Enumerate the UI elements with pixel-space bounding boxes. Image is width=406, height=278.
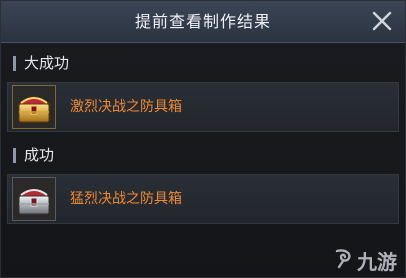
watermark-text: 九游 [357,249,397,274]
dialog-title: 提前查看制作结果 [134,12,271,31]
list-item[interactable]: 猛烈决战之防具箱 [7,174,399,224]
dialog-titlebar: 提前查看制作结果 [1,1,405,43]
section-header-great-success: 大成功 [13,53,69,73]
item-name: 猛烈决战之防具箱 [70,191,182,207]
jiuyou-logo-icon [333,247,355,274]
gold-chest-icon [12,85,56,129]
section-header-label: 成功 [24,146,55,164]
watermark: 九游 [333,247,397,274]
item-name: 激烈决战之防具箱 [70,99,182,115]
silver-chest-icon [12,177,56,221]
craft-result-preview-dialog: 提前查看制作结果 大成功 激烈决战之防具箱 成功 猛烈决战之防具箱 九游 [0,0,406,278]
section-header-success: 成功 [13,145,54,165]
section-header-label: 大成功 [24,54,70,72]
section-marker [13,56,16,71]
list-item[interactable]: 激烈决战之防具箱 [7,82,399,132]
section-marker [13,148,16,163]
close-icon[interactable] [369,8,395,34]
